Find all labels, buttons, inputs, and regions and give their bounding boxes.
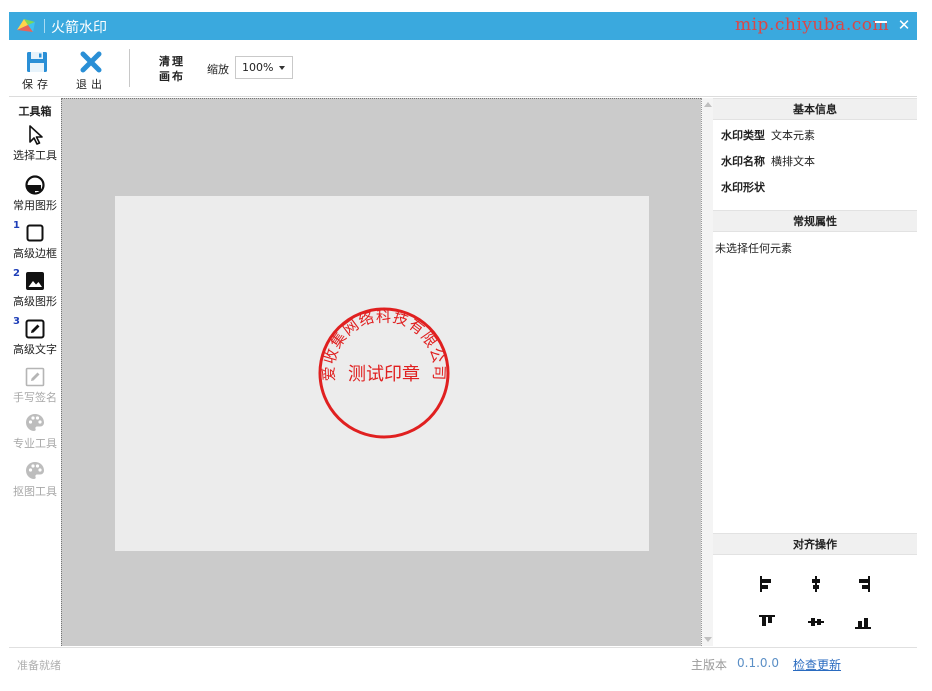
canvas-paper[interactable]: 爱收集网络科技有限公司 测试印章 (115, 196, 649, 551)
watermark-type-key: 水印类型 (721, 129, 765, 142)
status-bar: 准备就绪 主版本 0.1.0.0 检查更新 (9, 647, 917, 678)
align-header: 对齐操作 (713, 533, 917, 555)
seal-center-text: 测试印章 (348, 364, 420, 385)
scroll-down-icon[interactable] (704, 637, 712, 642)
save-label: 保存 (22, 78, 52, 91)
watermark-name-row: 水印名称 横排文本 (721, 153, 815, 169)
toolbox-panel: 工具箱 选择工具 常用图形 1 高级边框 2 高级图形 3 高级文字 手写签名 … (9, 98, 61, 646)
tool-professional[interactable]: 专业工具 (9, 412, 61, 451)
watermark-name-key: 水印名称 (721, 155, 765, 168)
tool-badge: 3 (13, 316, 20, 327)
align-left-icon[interactable] (757, 574, 777, 594)
palette-icon (26, 414, 44, 431)
tool-label: 专业工具 (13, 437, 57, 450)
toolbar-divider (129, 49, 130, 87)
watermark-type-row: 水印类型 文本元素 (721, 127, 815, 143)
version-number: 0.1.0.0 (737, 656, 779, 670)
chevron-down-icon (279, 66, 285, 70)
zoom-select[interactable]: 100% (235, 56, 293, 79)
clear-canvas-button[interactable]: 清理 画布 (159, 54, 187, 84)
title-bar: 火箭水印 mip.chiyuba.com ✕ (9, 12, 917, 40)
tool-advanced-border[interactable]: 1 高级边框 (9, 220, 61, 261)
main-toolbar: 保存 退出 清理 画布 缩放 100% (9, 40, 917, 97)
window-title: 火箭水印 (51, 20, 107, 36)
text-edit-icon (25, 319, 45, 339)
tool-label: 抠图工具 (13, 485, 57, 498)
close-button[interactable]: ✕ (897, 18, 911, 33)
shape-icon (25, 175, 45, 195)
canvas-vertical-scrollbar[interactable] (701, 98, 713, 646)
save-button[interactable]: 保存 (21, 50, 53, 92)
zoom-value: 100% (242, 61, 274, 74)
watermark-name-value: 横排文本 (771, 155, 815, 168)
signature-icon (25, 367, 45, 387)
toolbox-header: 工具箱 (18, 105, 52, 118)
exit-icon (80, 51, 102, 73)
tool-label: 高级文字 (13, 343, 57, 356)
save-icon (27, 52, 47, 72)
watermark-type-value: 文本元素 (771, 129, 815, 142)
tool-badge: 1 (13, 220, 20, 231)
tool-label: 高级边框 (13, 247, 57, 260)
align-bottom-icon[interactable] (853, 612, 873, 632)
watermark-shape-row: 水印形状 (721, 179, 771, 195)
clear-label-line1: 清理 (159, 55, 185, 68)
watermark-shape-key: 水印形状 (721, 181, 765, 194)
tool-badge: 2 (13, 268, 20, 279)
properties-panel: 基本信息 水印类型 文本元素 水印名称 横排文本 水印形状 常规属性 未选择任何元素… (713, 98, 917, 646)
app-logo-icon (17, 19, 35, 32)
tool-label: 手写签名 (13, 391, 57, 404)
align-center-h-icon[interactable] (806, 574, 826, 594)
seal-stamp[interactable]: 爱收集网络科技有限公司 测试印章 (314, 303, 454, 443)
tool-advanced-text[interactable]: 3 高级文字 (9, 316, 61, 357)
tool-cutout[interactable]: 抠图工具 (9, 460, 61, 499)
image-icon (26, 272, 44, 290)
clear-label-line2: 画布 (159, 70, 185, 83)
site-watermark: mip.chiyuba.com (735, 15, 890, 35)
title-separator (44, 19, 45, 33)
scroll-up-icon[interactable] (704, 102, 712, 107)
no-selection-text: 未选择任何元素 (715, 242, 792, 255)
version-label: 主版本 (691, 658, 728, 672)
palette-icon (26, 462, 44, 479)
basic-info-header: 基本信息 (713, 98, 917, 120)
minimize-button[interactable] (875, 21, 887, 31)
exit-button[interactable]: 退出 (75, 50, 107, 92)
tool-select[interactable]: 选择工具 (9, 124, 61, 163)
status-text: 准备就绪 (17, 659, 61, 672)
tool-advanced-image[interactable]: 2 高级图形 (9, 268, 61, 309)
tool-common-shapes[interactable]: 常用图形 (9, 174, 61, 213)
tool-signature[interactable]: 手写签名 (9, 366, 61, 405)
tool-label: 高级图形 (13, 295, 57, 308)
align-top-icon[interactable] (757, 612, 777, 632)
border-icon (26, 224, 44, 242)
tool-label: 选择工具 (13, 149, 57, 162)
align-right-icon[interactable] (853, 574, 873, 594)
check-update-link[interactable]: 检查更新 (793, 656, 841, 673)
canvas-area[interactable]: 爱收集网络科技有限公司 测试印章 (61, 98, 701, 646)
tool-label: 常用图形 (13, 199, 57, 212)
exit-label: 退出 (76, 78, 106, 91)
zoom-label: 缩放 (207, 63, 229, 76)
cursor-icon (29, 125, 43, 145)
general-props-header: 常规属性 (713, 210, 917, 232)
align-center-v-icon[interactable] (806, 612, 826, 632)
